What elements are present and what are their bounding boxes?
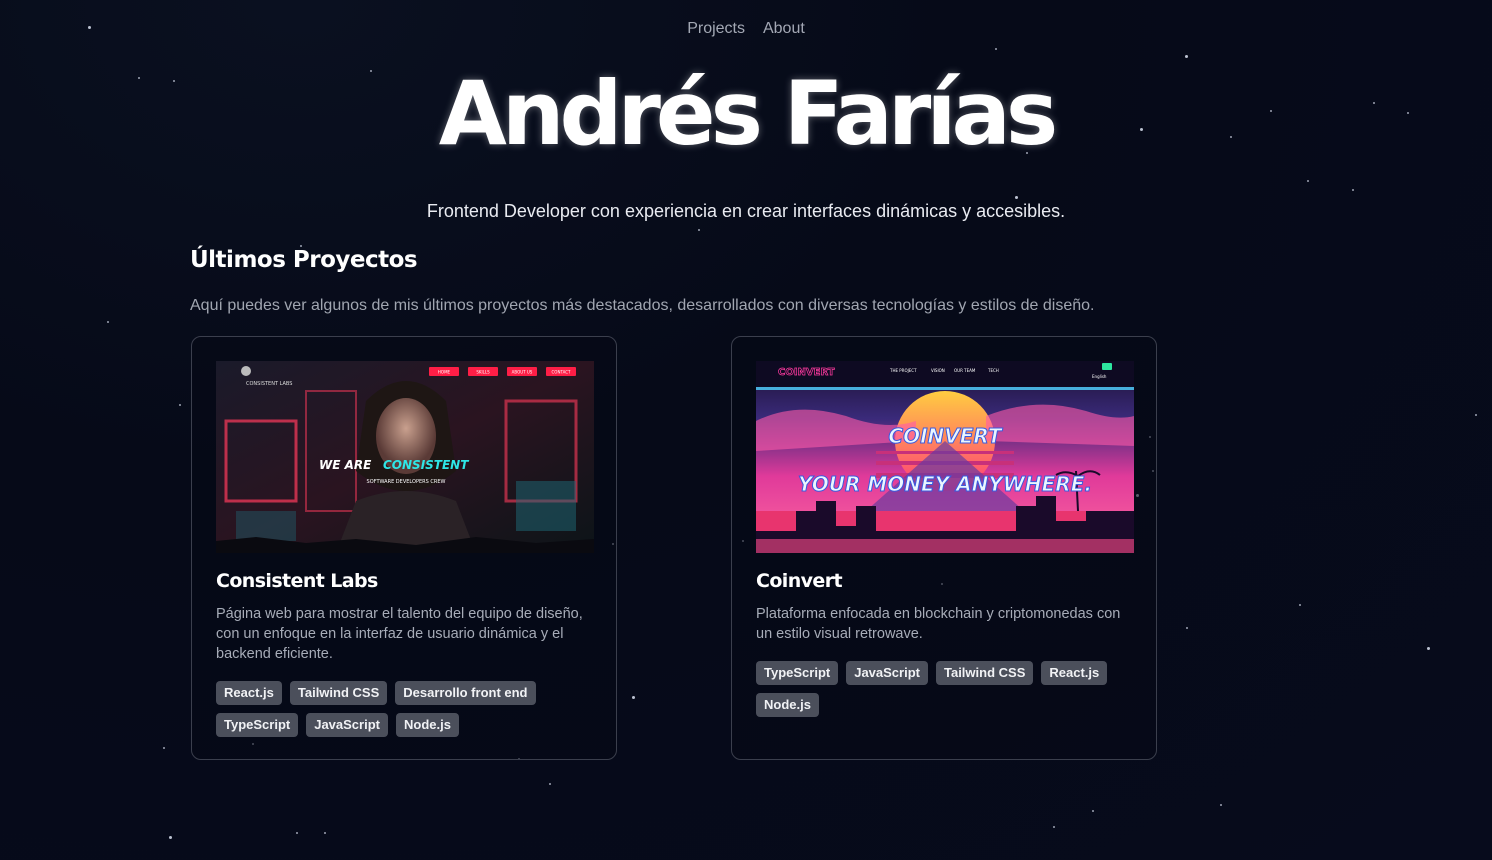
star bbox=[632, 696, 635, 699]
tag: Desarrollo front end bbox=[395, 681, 536, 705]
star bbox=[169, 836, 172, 839]
consistent-labs-screenshot: CONSISTENT LABS HOME SKILLS ABOUT US CON… bbox=[216, 361, 594, 553]
svg-text:HOME: HOME bbox=[438, 370, 451, 375]
tag: Node.js bbox=[756, 693, 819, 717]
star bbox=[1092, 810, 1094, 812]
svg-text:CONSISTENT LABS: CONSISTENT LABS bbox=[246, 381, 292, 387]
star bbox=[1299, 604, 1301, 606]
svg-text:YOUR MONEY ANYWHERE.: YOUR MONEY ANYWHERE. bbox=[798, 472, 1092, 496]
svg-text:TECH: TECH bbox=[987, 368, 999, 373]
star bbox=[549, 783, 551, 785]
tag: JavaScript bbox=[306, 713, 388, 737]
star bbox=[324, 832, 326, 834]
nav-link-about[interactable]: About bbox=[763, 20, 805, 38]
star bbox=[179, 404, 181, 406]
svg-text:English: English bbox=[1092, 374, 1107, 379]
svg-text:WE ARE: WE ARE bbox=[319, 458, 372, 472]
project-thumbnail[interactable]: COINVERT THE PROJECT VISION OUR TEAM TEC… bbox=[756, 361, 1134, 553]
star bbox=[1427, 647, 1430, 650]
star bbox=[1185, 55, 1188, 58]
hero-tagline: Frontend Developer con experiencia en cr… bbox=[426, 201, 1066, 221]
star bbox=[1053, 826, 1055, 828]
star bbox=[107, 321, 109, 323]
project-title: Coinvert bbox=[756, 570, 843, 592]
svg-text:ABOUT US: ABOUT US bbox=[512, 370, 533, 375]
project-title: Consistent Labs bbox=[216, 570, 378, 592]
star bbox=[1220, 804, 1222, 806]
tag: TypeScript bbox=[216, 713, 299, 737]
svg-text:SKILLS: SKILLS bbox=[476, 370, 490, 375]
star bbox=[1352, 189, 1354, 191]
star bbox=[995, 48, 997, 50]
svg-text:CONTACT: CONTACT bbox=[552, 370, 572, 375]
star bbox=[1015, 196, 1018, 199]
hero-name: Andrés Farías bbox=[438, 62, 1059, 165]
star bbox=[1475, 414, 1477, 416]
svg-text:VISION: VISION bbox=[931, 368, 945, 373]
star bbox=[296, 832, 298, 834]
tag: React.js bbox=[1041, 661, 1108, 685]
project-card-coinvert[interactable]: COINVERT THE PROJECT VISION OUR TEAM TEC… bbox=[731, 336, 1157, 760]
star bbox=[163, 747, 165, 749]
nav-link-projects[interactable]: Projects bbox=[687, 20, 745, 38]
svg-text:COINVERT: COINVERT bbox=[888, 424, 1003, 448]
svg-text:COINVERT: COINVERT bbox=[778, 367, 835, 378]
svg-text:CONSISTENT: CONSISTENT bbox=[383, 458, 469, 472]
star bbox=[1186, 627, 1188, 629]
top-nav: Projects About bbox=[0, 20, 1492, 38]
coinvert-screenshot: COINVERT THE PROJECT VISION OUR TEAM TEC… bbox=[756, 361, 1134, 553]
tag: TypeScript bbox=[756, 661, 839, 685]
tag-list: React.js Tailwind CSS Desarrollo front e… bbox=[216, 681, 596, 737]
svg-text:OUR TEAM: OUR TEAM bbox=[954, 368, 976, 373]
section-subtitle: Aquí puedes ver algunos de mis últimos p… bbox=[190, 297, 1095, 314]
section-title: Últimos Proyectos bbox=[190, 247, 418, 273]
tag: React.js bbox=[216, 681, 282, 705]
project-description: Plataforma enfocada en blockchain y crip… bbox=[756, 606, 1121, 642]
star bbox=[698, 229, 700, 231]
project-description: Página web para mostrar el talento del e… bbox=[216, 606, 583, 662]
tag: Node.js bbox=[395, 713, 459, 737]
tag: JavaScript bbox=[846, 661, 928, 685]
svg-text:THE PROJECT: THE PROJECT bbox=[889, 368, 917, 373]
star bbox=[1307, 180, 1309, 182]
tag: Tailwind CSS bbox=[935, 661, 1034, 685]
project-card-consistent-labs[interactable]: CONSISTENT LABS HOME SKILLS ABOUT US CON… bbox=[191, 336, 617, 760]
tag: Tailwind CSS bbox=[289, 681, 388, 705]
svg-text:SOFTWARE DEVELOPERS CREW: SOFTWARE DEVELOPERS CREW bbox=[367, 479, 446, 485]
tag-list: TypeScript JavaScript Tailwind CSS React… bbox=[756, 661, 1136, 717]
project-thumbnail[interactable]: CONSISTENT LABS HOME SKILLS ABOUT US CON… bbox=[216, 361, 594, 553]
